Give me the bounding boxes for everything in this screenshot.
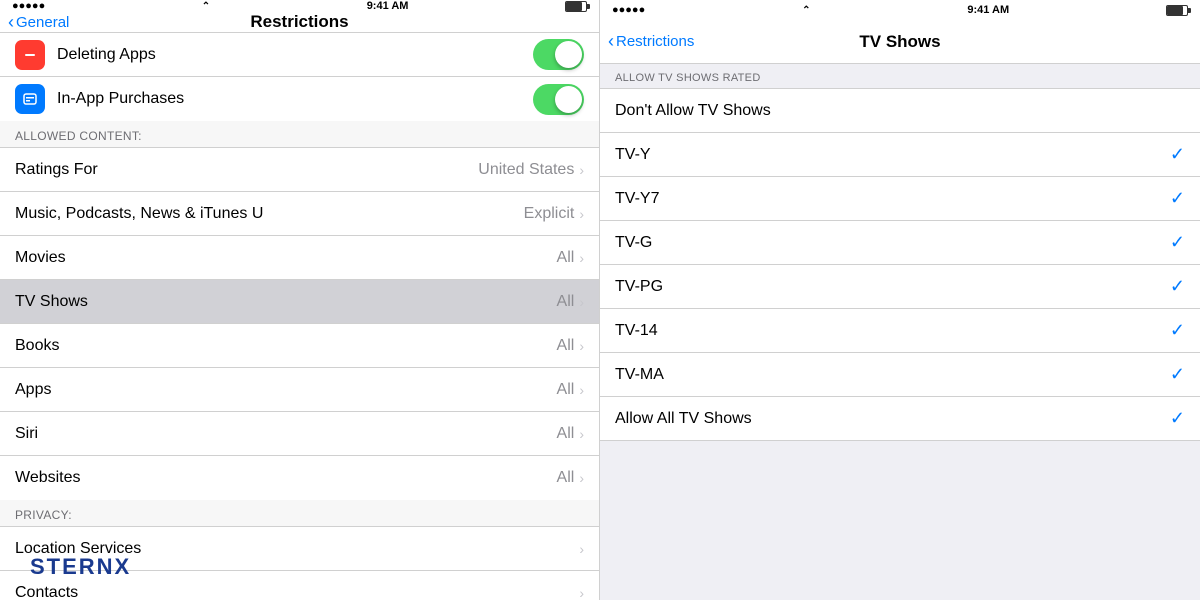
ratings-for-label: Ratings For [15,161,478,179]
websites-value: All [557,469,575,487]
allowed-content-header: ALLOWED CONTENT: [0,121,599,148]
battery-area [565,1,587,12]
wifi-icon: ⌃ [202,1,210,12]
tv-shows-chevron-icon: › [579,294,584,310]
movies-chevron-icon: › [579,250,584,266]
privacy-header: PRIVACY: [0,500,599,527]
tv-ma-item[interactable]: TV-MA ✓ [600,353,1200,397]
apps-item[interactable]: Apps All › [0,368,599,412]
tv-y-label: TV-Y [615,146,1170,164]
books-value: All [557,337,575,355]
music-podcasts-item[interactable]: Music, Podcasts, News & iTunes U Explici… [0,192,599,236]
signal-dots: ●●●●● [12,0,45,12]
deleting-apps-icon [15,40,45,70]
back-chevron-icon: ‹ [8,13,14,31]
websites-chevron-icon: › [579,470,584,486]
tv-y-item[interactable]: TV-Y ✓ [600,133,1200,177]
allow-all-item[interactable]: Allow All TV Shows ✓ [600,397,1200,441]
tv-14-item[interactable]: TV-14 ✓ [600,309,1200,353]
books-chevron-icon: › [579,338,584,354]
in-app-purchases-label: In-App Purchases [57,90,533,108]
in-app-purchases-item[interactable]: In-App Purchases [0,77,599,121]
deleting-apps-item[interactable]: Deleting Apps [0,33,599,77]
movies-label: Movies [15,249,557,267]
tv-shows-label: TV Shows [15,293,557,311]
music-podcasts-label: Music, Podcasts, News & iTunes U [15,205,524,223]
bottom-empty-area [600,441,1200,600]
apps-value: All [557,381,575,399]
allow-all-checkmark-icon: ✓ [1170,408,1185,429]
in-app-purchases-icon [15,84,45,114]
apps-label: Apps [15,381,557,399]
siri-label: Siri [15,425,557,443]
tv-shows-item[interactable]: TV Shows All › [0,280,599,324]
right-battery-icon [1166,5,1188,16]
battery-icon [565,1,587,12]
tv-y7-item[interactable]: TV-Y7 ✓ [600,177,1200,221]
content-items-section: Ratings For United States › Music, Podca… [0,148,599,500]
tv-y7-label: TV-Y7 [615,190,1170,208]
right-signal-dots: ●●●●● [612,4,645,16]
left-nav-title: Restrictions [250,12,348,32]
contacts-chevron-icon: › [579,585,584,600]
movies-value: All [557,249,575,267]
tv-ma-label: TV-MA [615,366,1170,384]
brand-text: STERNX [30,554,131,579]
tv-shows-value: All [557,293,575,311]
left-nav-bar: ‹ General Restrictions [0,12,599,33]
tv-g-checkmark-icon: ✓ [1170,232,1185,253]
tv-pg-checkmark-icon: ✓ [1170,276,1185,297]
tv-14-label: TV-14 [615,322,1170,340]
music-podcasts-value: Explicit [524,205,575,223]
back-button[interactable]: ‹ General [8,14,69,31]
tv-y7-checkmark-icon: ✓ [1170,188,1185,209]
back-label[interactable]: General [16,14,69,31]
right-panel: ●●●●● ⌃ 9:41 AM ‹ Restrictions TV Shows … [600,0,1200,600]
dont-allow-label: Don't Allow TV Shows [615,102,1185,120]
contacts-label: Contacts [15,584,579,600]
ratings-for-chevron-icon: › [579,162,584,178]
tv-y-checkmark-icon: ✓ [1170,144,1185,165]
apps-chevron-icon: › [579,382,584,398]
deleting-apps-toggle[interactable] [533,39,584,70]
allow-tv-shows-header: ALLOW TV SHOWS RATED [600,64,1200,89]
tv-g-item[interactable]: TV-G ✓ [600,221,1200,265]
right-time: 9:41 AM [967,4,1009,16]
right-battery-area [1166,5,1188,16]
books-label: Books [15,337,557,355]
siri-chevron-icon: › [579,426,584,442]
rating-items-section: Don't Allow TV Shows TV-Y ✓ TV-Y7 ✓ TV-G… [600,89,1200,441]
music-podcasts-chevron-icon: › [579,206,584,222]
right-nav-bar: ‹ Restrictions TV Shows [600,20,1200,64]
tv-g-label: TV-G [615,234,1170,252]
ratings-for-item[interactable]: Ratings For United States › [0,148,599,192]
in-app-purchases-toggle[interactable] [533,84,584,115]
ratings-for-value: United States [478,161,574,179]
brand: STERNX [30,554,131,580]
right-wifi-icon: ⌃ [802,5,810,16]
left-panel: ●●●●● ⌃ 9:41 AM ‹ General Restrictions D… [0,0,600,600]
right-back-chevron-icon: ‹ [608,32,614,50]
dont-allow-item[interactable]: Don't Allow TV Shows [600,89,1200,133]
right-status-bar: ●●●●● ⌃ 9:41 AM [600,0,1200,20]
websites-item[interactable]: Websites All › [0,456,599,500]
left-status-bar: ●●●●● ⌃ 9:41 AM [0,0,599,12]
right-back-label[interactable]: Restrictions [616,33,694,50]
websites-label: Websites [15,469,557,487]
tv-pg-label: TV-PG [615,278,1170,296]
right-nav-title: TV Shows [859,32,940,52]
siri-value: All [557,425,575,443]
location-services-chevron-icon: › [579,541,584,557]
tv-14-checkmark-icon: ✓ [1170,320,1185,341]
movies-item[interactable]: Movies All › [0,236,599,280]
deleting-apps-label: Deleting Apps [57,46,533,64]
tv-pg-item[interactable]: TV-PG ✓ [600,265,1200,309]
allow-all-label: Allow All TV Shows [615,410,1170,428]
tv-ma-checkmark-icon: ✓ [1170,364,1185,385]
right-back-button[interactable]: ‹ Restrictions [608,33,694,50]
left-time: 9:41 AM [367,0,409,12]
top-items-section: Deleting Apps In-App Purchases [0,33,599,121]
siri-item[interactable]: Siri All › [0,412,599,456]
books-item[interactable]: Books All › [0,324,599,368]
